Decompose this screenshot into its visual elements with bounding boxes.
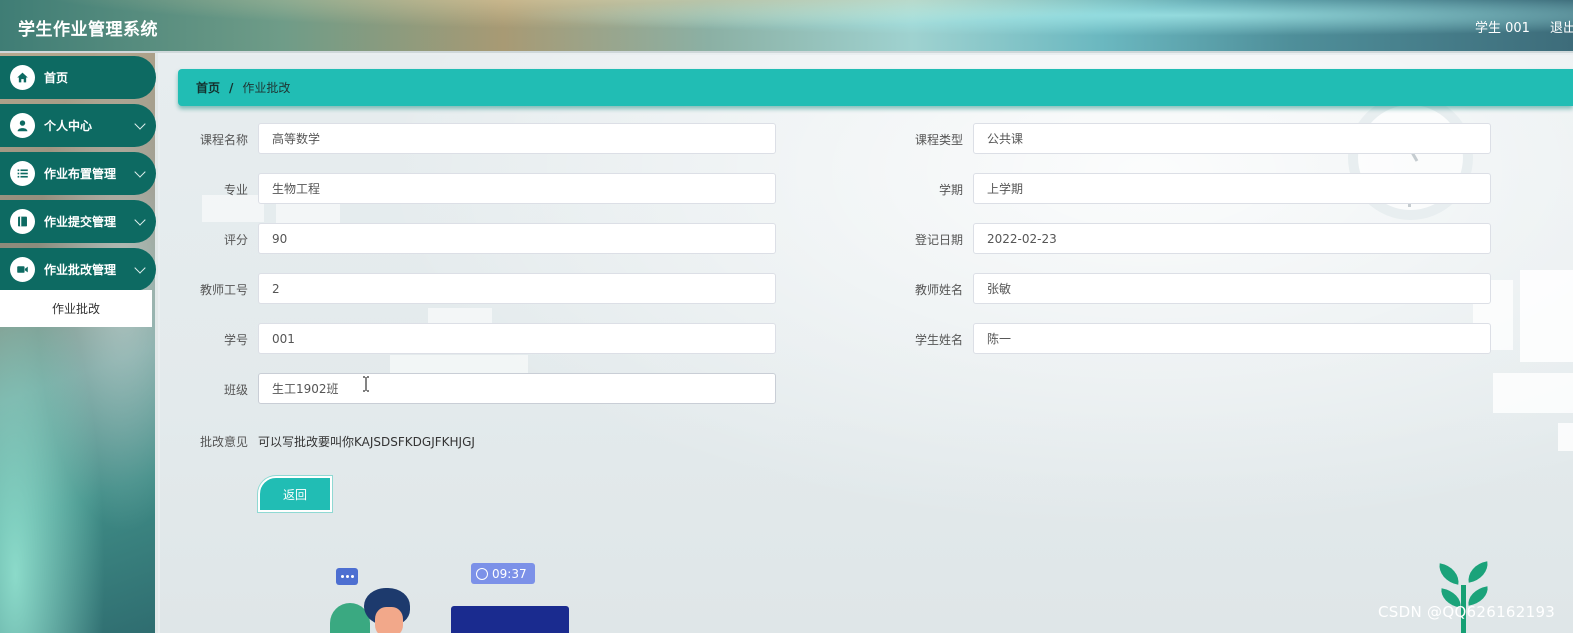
- illustration-person-face: [375, 607, 403, 633]
- course-type-field[interactable]: 公共课: [973, 123, 1491, 154]
- student-name-field[interactable]: 陈一: [973, 323, 1491, 354]
- sidebar-item-label: 作业布置管理: [44, 167, 117, 181]
- sidebar-item-label: 首页: [44, 71, 69, 85]
- video-icon: [10, 257, 35, 282]
- home-icon: [10, 65, 35, 90]
- watermark: CSDN @QQ626162193: [1378, 603, 1556, 621]
- chevron-down-icon: [134, 213, 146, 226]
- background-decoration: [202, 195, 264, 222]
- sidebar-item-home[interactable]: 首页: [0, 56, 156, 99]
- major-label: 专业: [223, 183, 248, 197]
- top-header: 学生作业管理系统 学生 001 退出: [0, 0, 1573, 53]
- text-cursor-icon: [363, 376, 369, 392]
- leaf-decoration: [1436, 563, 1462, 585]
- background-decoration: [1558, 423, 1573, 451]
- time-chip: 09:37: [471, 563, 535, 584]
- sidebar-item-personal-center[interactable]: 个人中心: [0, 104, 156, 147]
- back-button[interactable]: 返回: [258, 476, 332, 512]
- breadcrumb-separator: /: [229, 80, 234, 95]
- register-date-field[interactable]: 2022-02-23: [973, 223, 1491, 254]
- book-icon: [10, 209, 35, 234]
- score-field[interactable]: 90: [258, 223, 776, 254]
- teacher-id-field[interactable]: 2: [258, 273, 776, 304]
- clock-icon: [476, 567, 488, 580]
- course-type-label: 课程类型: [914, 133, 963, 147]
- illustration-monitor: [451, 606, 569, 633]
- class-field[interactable]: 生工1902班: [258, 373, 776, 404]
- score-label: 评分: [223, 233, 248, 247]
- major-field[interactable]: 生物工程: [258, 173, 776, 204]
- sidebar-item-assignment-review[interactable]: 作业批改管理: [0, 248, 156, 291]
- semester-field[interactable]: 上学期: [973, 173, 1491, 204]
- breadcrumb-current: 作业批改: [242, 81, 291, 95]
- sidebar-item-label: 作业批改管理: [44, 263, 117, 277]
- sidebar-subitem-review[interactable]: 作业批改: [0, 290, 152, 327]
- breadcrumb: 首页 / 作业批改: [178, 69, 1573, 106]
- current-user-label[interactable]: 学生 001: [1475, 17, 1530, 36]
- leaf-decoration: [1465, 561, 1491, 583]
- course-name-label: 课程名称: [199, 133, 248, 147]
- register-date-label: 登记日期: [914, 233, 963, 247]
- class-label: 班级: [223, 383, 248, 397]
- breadcrumb-home-link[interactable]: 首页: [196, 79, 220, 96]
- chevron-down-icon: [134, 261, 146, 274]
- main-content: 首页 / 作业批改 课程名称 高等数学 课程类型 公共课 专业 生物工程 学期 …: [160, 55, 1573, 633]
- list-icon: [10, 161, 35, 186]
- app-title: 学生作业管理系统: [18, 20, 158, 40]
- remark-label: 批改意见: [199, 435, 248, 449]
- course-name-field[interactable]: 高等数学: [258, 123, 776, 154]
- chevron-down-icon: [134, 117, 146, 130]
- semester-label: 学期: [938, 183, 963, 197]
- remark-text: 可以写批改要叫你KAJSDSFKDGJFKHJGJ: [258, 435, 475, 449]
- student-name-label: 学生姓名: [914, 333, 963, 347]
- teacher-name-field[interactable]: 张敏: [973, 273, 1491, 304]
- user-icon: [10, 113, 35, 138]
- background-decoration: [1520, 270, 1573, 362]
- sidebar: 首页 个人中心 作业布置管理 作业提交管理 作业批改管理 作业批改: [0, 53, 158, 633]
- time-chip-text: 09:37: [492, 566, 527, 581]
- chat-bubble-icon: [336, 568, 358, 585]
- teacher-id-label: 教师工号: [199, 283, 248, 297]
- sidebar-item-assignment-publish[interactable]: 作业布置管理: [0, 152, 156, 195]
- background-decoration: [1493, 373, 1573, 413]
- teacher-name-label: 教师姓名: [914, 283, 963, 297]
- sidebar-item-label: 个人中心: [44, 119, 93, 133]
- chevron-down-icon: [134, 165, 146, 178]
- sidebar-item-assignment-submit[interactable]: 作业提交管理: [0, 200, 156, 243]
- student-id-field[interactable]: 001: [258, 323, 776, 354]
- student-id-label: 学号: [223, 333, 248, 347]
- logout-link[interactable]: 退出: [1550, 17, 1573, 36]
- sidebar-item-label: 作业提交管理: [44, 215, 117, 229]
